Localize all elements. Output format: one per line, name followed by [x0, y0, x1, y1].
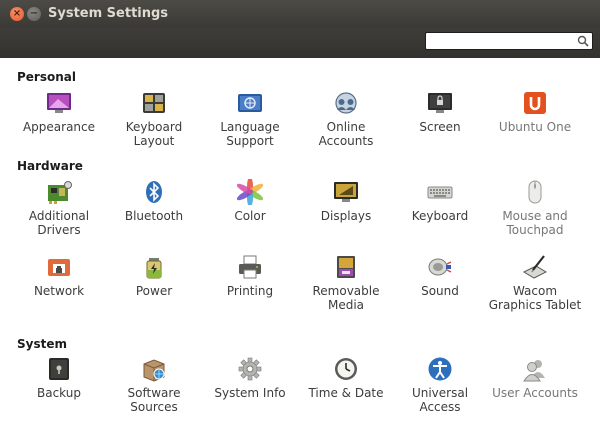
wacom-tablet-icon — [522, 255, 548, 279]
item-label: Displays — [320, 209, 372, 223]
language-support-icon — [238, 94, 262, 112]
item-label: Removable Media — [312, 284, 380, 312]
item-label: System Info — [214, 386, 286, 400]
settings-item-removable-media[interactable]: Removable Media — [298, 254, 394, 312]
item-label: Wacom Graphics Tablet — [488, 284, 582, 312]
item-label: Printing — [226, 284, 274, 298]
settings-item-screen[interactable]: Screen — [392, 90, 488, 134]
universal-access-icon — [428, 357, 452, 381]
system-info-gear-icon — [238, 357, 262, 381]
search-field[interactable] — [425, 32, 593, 50]
item-label: Ubuntu One — [498, 120, 572, 134]
item-label: Screen — [419, 120, 461, 134]
item-label: Bluetooth — [124, 209, 184, 223]
settings-item-network[interactable]: Network — [11, 254, 107, 298]
settings-item-system-info[interactable]: System Info — [202, 356, 298, 400]
settings-item-language-support[interactable]: Language Support — [202, 90, 298, 148]
title-bar[interactable]: × − System Settings — [0, 0, 600, 28]
settings-item-appearance[interactable]: Appearance — [11, 90, 107, 134]
item-label: Backup — [37, 386, 81, 400]
settings-item-bluetooth[interactable]: Bluetooth — [106, 179, 202, 223]
keyboard-layout-icon — [143, 93, 165, 113]
item-label: Language Support — [220, 120, 280, 148]
settings-item-backup[interactable]: Backup — [11, 356, 107, 400]
network-icon — [48, 259, 70, 276]
settings-item-mouse-touchpad[interactable]: Mouse and Touchpad — [487, 179, 583, 237]
item-label: Keyboard Layout — [125, 120, 183, 148]
backup-safe-icon — [49, 358, 69, 380]
search-icon[interactable] — [577, 35, 589, 47]
power-battery-icon — [146, 258, 162, 279]
settings-item-printing[interactable]: Printing — [202, 254, 298, 298]
settings-item-online-accounts[interactable]: Online Accounts — [298, 90, 394, 148]
section-hardware: Hardware — [17, 159, 83, 173]
item-label: Mouse and Touchpad — [502, 209, 568, 237]
item-label: User Accounts — [492, 386, 578, 400]
user-accounts-icon — [523, 360, 545, 382]
color-icon — [237, 179, 263, 205]
item-label: Network — [33, 284, 85, 298]
close-button[interactable]: × — [10, 7, 24, 21]
settings-item-time-date[interactable]: Time & Date — [298, 356, 394, 400]
section-personal: Personal — [17, 70, 76, 84]
settings-item-keyboard-layout[interactable]: Keyboard Layout — [106, 90, 202, 148]
settings-item-software-sources[interactable]: Software Sources — [106, 356, 202, 414]
settings-item-universal-access[interactable]: Universal Access — [392, 356, 488, 414]
mouse-icon — [528, 180, 542, 204]
item-label: Sound — [421, 284, 459, 298]
ubuntu-one-icon — [524, 92, 546, 114]
additional-drivers-icon — [48, 181, 72, 204]
item-label: Color — [234, 209, 266, 223]
settings-item-ubuntu-one[interactable]: Ubuntu One — [487, 90, 583, 134]
keyboard-icon — [427, 186, 453, 199]
settings-item-additional-drivers[interactable]: Additional Drivers — [11, 179, 107, 237]
removable-media-icon — [337, 256, 355, 278]
settings-item-keyboard[interactable]: Keyboard — [392, 179, 488, 223]
system-settings-window: × − System Settings Personal Appearance … — [0, 0, 600, 432]
bluetooth-icon — [146, 181, 162, 203]
screen-lock-icon — [428, 93, 452, 113]
settings-item-sound[interactable]: Sound — [392, 254, 488, 298]
search-input[interactable] — [429, 33, 569, 49]
item-label: Additional Drivers — [28, 209, 90, 237]
section-system: System — [17, 337, 67, 351]
printer-icon — [239, 255, 261, 279]
settings-item-displays[interactable]: Displays — [298, 179, 394, 223]
minimize-button[interactable]: − — [27, 7, 41, 21]
item-label: Online Accounts — [318, 120, 374, 148]
item-label: Appearance — [22, 120, 96, 134]
item-label: Time & Date — [308, 386, 384, 400]
item-label: Keyboard — [411, 209, 469, 223]
item-label: Power — [135, 284, 173, 298]
settings-item-user-accounts[interactable]: User Accounts — [487, 356, 583, 400]
window-title: System Settings — [48, 6, 169, 21]
item-label: Universal Access — [411, 386, 469, 414]
software-sources-icon — [143, 359, 165, 382]
settings-item-color[interactable]: Color — [202, 179, 298, 223]
settings-item-wacom[interactable]: Wacom Graphics Tablet — [487, 254, 583, 312]
settings-item-power[interactable]: Power — [106, 254, 202, 298]
item-label: Software Sources — [127, 386, 181, 414]
online-accounts-icon — [335, 92, 357, 114]
sound-icon — [428, 258, 452, 276]
appearance-icon — [47, 93, 71, 113]
clock-icon — [335, 358, 357, 380]
displays-icon — [334, 182, 358, 202]
